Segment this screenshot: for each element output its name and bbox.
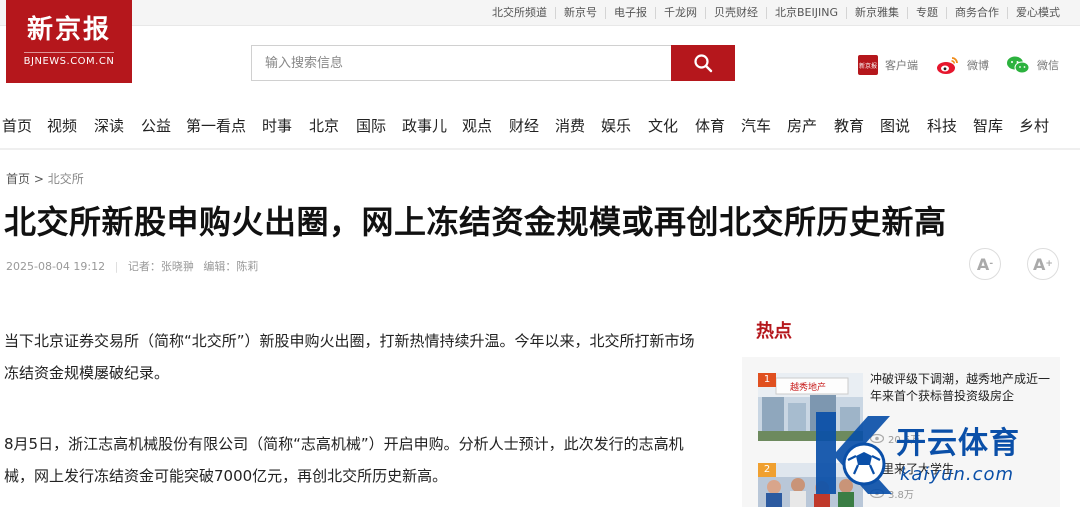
- article-editor: 编辑：陈莉: [203, 260, 259, 273]
- top-links: 北交所频道 新京号 电子报 千龙网 贝壳财经 北京BEIJING 新京雅集 专题 商务合作 爱心模…: [484, 0, 1068, 26]
- top-utility-bar: 北交所频道 新京号 电子报 千龙网 贝壳财经 北京BEIJING 新京雅集 专题 商务合作 爱心模…: [0, 0, 1080, 26]
- top-link[interactable]: 爱心模式: [1007, 7, 1068, 19]
- nav-item[interactable]: 财经: [509, 115, 539, 136]
- weibo-link[interactable]: 微博: [936, 54, 989, 76]
- nav-item[interactable]: 文化: [648, 115, 678, 136]
- search-button[interactable]: [671, 45, 735, 81]
- hot-rank: 2: [758, 463, 776, 477]
- article-title: 北交所新股申购火出圈，网上冻结资金规模或再创北交所历史新高: [4, 203, 947, 241]
- top-link[interactable]: 专题: [907, 7, 946, 19]
- top-link[interactable]: 新京号: [555, 7, 605, 19]
- logo-domain: BJNEWS.COM.CN: [23, 52, 115, 67]
- top-link[interactable]: 新京雅集: [846, 7, 907, 19]
- search-bar: [251, 45, 735, 81]
- nav-divider: [0, 148, 1080, 150]
- site-logo[interactable]: 新京报 BJNEWS.COM.CN: [6, 0, 132, 83]
- nav-item[interactable]: 第一看点: [186, 115, 246, 136]
- font-increase-button[interactable]: A +: [1027, 248, 1059, 280]
- search-icon: [694, 54, 713, 73]
- top-link[interactable]: 千龙网: [655, 7, 705, 19]
- hot-title: 热点: [756, 321, 792, 342]
- weibo-label: 微博: [967, 59, 989, 72]
- hot-rank: 1: [758, 373, 776, 387]
- nav-item[interactable]: 图说: [880, 115, 910, 136]
- nav-item[interactable]: 北京: [309, 115, 339, 136]
- font-increase-label: A: [1033, 254, 1046, 274]
- nav-item[interactable]: 科技: [927, 115, 957, 136]
- search-input[interactable]: [251, 45, 671, 81]
- nav-item[interactable]: 政事儿: [402, 115, 447, 136]
- nav-item[interactable]: 视频: [47, 115, 77, 136]
- client-link[interactable]: 新京报 客户端: [858, 54, 918, 76]
- watermark-url: kaiyun.com: [900, 464, 1015, 485]
- top-link[interactable]: 电子报: [605, 7, 655, 19]
- nav-item[interactable]: 娱乐: [601, 115, 631, 136]
- nav-item[interactable]: 智库: [973, 115, 1003, 136]
- nav-item[interactable]: 观点: [462, 115, 492, 136]
- top-link[interactable]: 商务合作: [946, 7, 1007, 19]
- client-label: 客户端: [885, 59, 918, 72]
- nav-item[interactable]: 公益: [141, 115, 171, 136]
- top-link[interactable]: 北京BEIJING: [766, 7, 846, 19]
- watermark-name: 开云体育: [896, 426, 1020, 461]
- font-decrease-button[interactable]: A-: [969, 248, 1001, 280]
- wechat-label: 微信: [1037, 59, 1059, 72]
- watermark-logo-icon: [816, 412, 892, 494]
- article-reporter: 记者：张晓翀: [127, 260, 194, 273]
- main-nav: 首页 视频 深读 公益 第一看点 时事 北京 国际 政事儿 观点 财经 消费 娱乐 文化 体育 汽车 房产 教育图…: [0, 108, 1080, 142]
- breadcrumb: 首页 > 北交所: [6, 170, 84, 187]
- nav-item[interactable]: 国际: [356, 115, 386, 136]
- breadcrumb-separator: >: [33, 172, 44, 186]
- article-date: 2025-08-04 19:12: [6, 260, 106, 273]
- article-meta: 2025-08-04 19:12 | 记者：张晓翀 编辑：陈莉: [6, 258, 264, 274]
- nav-item[interactable]: 汽车: [741, 115, 771, 136]
- nav-item[interactable]: 消费: [555, 115, 585, 136]
- nav-item[interactable]: 深读: [94, 115, 124, 136]
- watermark: 开云体育 kaiyun.com: [800, 398, 1080, 507]
- weibo-icon: [937, 57, 958, 74]
- client-icon: 新京报: [858, 55, 878, 75]
- nav-item[interactable]: 教育: [834, 115, 864, 136]
- article-paragraph: 当下北京证券交易所（简称“北交所”）新股申购火出圈，打新热情持续升温。今年以来，…: [4, 332, 695, 382]
- article-paragraph: 8月5日，浙江志高机械股份有限公司（简称“志高机械”）开启申购。分析人士预计，此…: [4, 435, 684, 485]
- nav-item[interactable]: 首页: [2, 115, 32, 136]
- hot-thumb-label: 越秀地产: [790, 381, 826, 393]
- nav-item[interactable]: 乡村: [1019, 115, 1049, 136]
- top-link[interactable]: 北交所频道: [484, 7, 555, 19]
- wechat-link[interactable]: 微信: [1006, 54, 1059, 76]
- meta-divider: |: [114, 260, 119, 273]
- top-link[interactable]: 贝壳财经: [705, 7, 766, 19]
- wechat-icon: [1007, 56, 1030, 74]
- logo-wordmark: 新京报: [26, 15, 111, 45]
- breadcrumb-home[interactable]: 首页: [6, 172, 30, 186]
- nav-item[interactable]: 房产: [787, 115, 817, 136]
- breadcrumb-section[interactable]: 北交所: [48, 172, 84, 186]
- nav-item[interactable]: 时事: [262, 115, 292, 136]
- nav-item[interactable]: 体育: [695, 115, 725, 136]
- font-decrease-label: A: [976, 254, 990, 274]
